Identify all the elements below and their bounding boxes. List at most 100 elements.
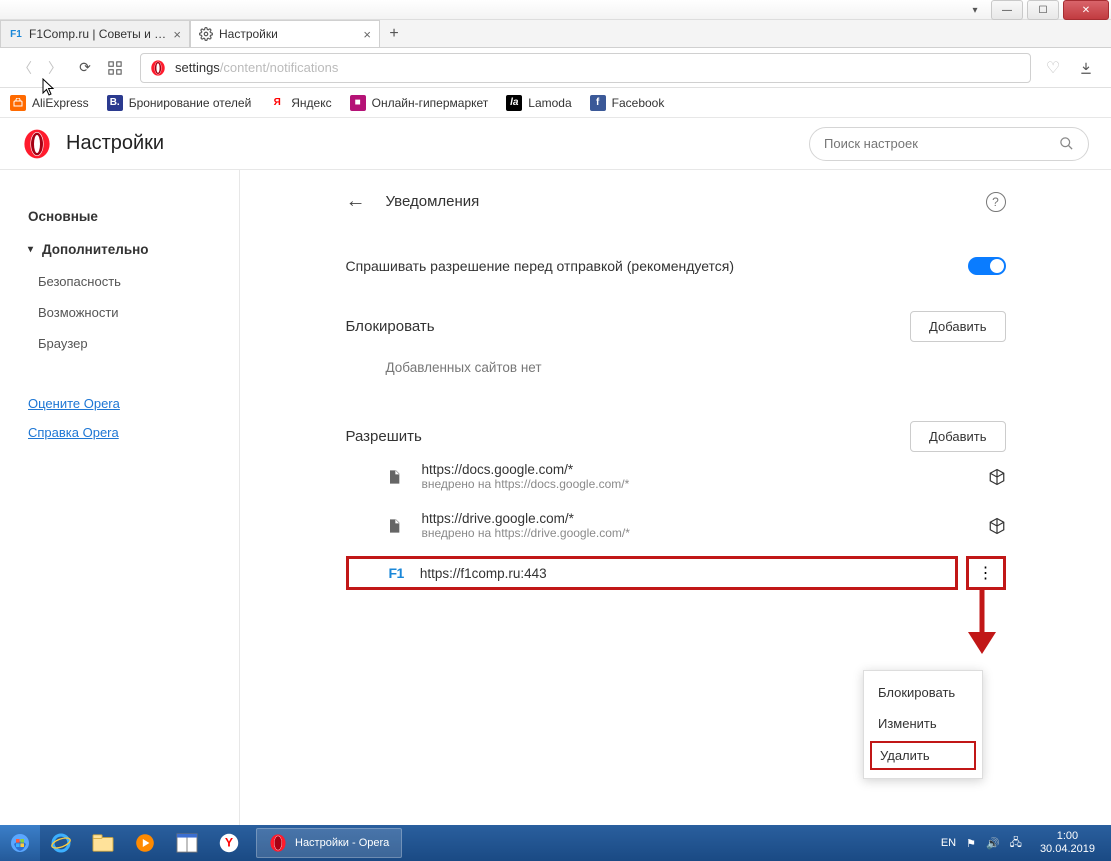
allow-add-button[interactable]: Добавить: [910, 421, 1005, 452]
tray-network-icon[interactable]: 🖧: [1010, 834, 1022, 853]
help-icon[interactable]: ?: [986, 192, 1006, 212]
menu-item-block[interactable]: Блокировать: [864, 677, 982, 708]
tab-title: Настройки: [219, 27, 357, 41]
lamoda-icon: la: [506, 95, 522, 111]
facebook-icon: f: [590, 95, 606, 111]
tab-f1comp[interactable]: F1 F1Comp.ru | Советы и лайф ×: [0, 20, 190, 47]
tray-date: 30.04.2019: [1040, 843, 1095, 856]
address-bar[interactable]: settings/content/notifications: [140, 53, 1031, 83]
taskbar-totalcmd-icon[interactable]: [167, 826, 207, 860]
allowed-site-row: https://docs.google.com/* внедрено на ht…: [346, 452, 1006, 501]
bookmark-heart-icon[interactable]: ♡: [1041, 58, 1065, 78]
back-arrow-icon[interactable]: ←: [346, 190, 366, 213]
sidebar-link-help[interactable]: Справка Opera: [28, 418, 239, 447]
settings-search-input[interactable]: [824, 136, 1059, 151]
sidebar-item-basic[interactable]: Основные: [28, 200, 239, 233]
ask-permission-row[interactable]: Спрашивать разрешение перед отправкой (р…: [346, 243, 1006, 289]
opera-icon: [149, 59, 167, 77]
tab-favicon: F1: [9, 27, 23, 41]
tab-close-icon[interactable]: ×: [363, 27, 371, 42]
tray-volume-icon[interactable]: 🔊: [986, 837, 1000, 850]
tab-strip: F1 F1Comp.ru | Советы и лайф × Настройки…: [0, 20, 1111, 48]
site-sub: внедрено на https://docs.google.com/*: [422, 477, 978, 491]
start-button[interactable]: [0, 825, 40, 861]
bookmark-booking[interactable]: B. Бронирование отелей: [107, 95, 252, 111]
menu-item-delete[interactable]: Удалить: [870, 741, 976, 770]
taskbar-app-label: Настройки - Opera: [295, 837, 389, 849]
ask-permission-label: Спрашивать разрешение перед отправкой (р…: [346, 258, 735, 274]
tray-flag-icon[interactable]: ⚑: [966, 837, 976, 850]
site-url: https://docs.google.com/*: [422, 462, 978, 477]
f1-favicon: F1: [389, 565, 404, 581]
tray-time: 1:00: [1040, 830, 1095, 843]
tray-lang[interactable]: EN: [941, 837, 956, 849]
extension-icon[interactable]: [988, 468, 1006, 486]
tray-clock[interactable]: 1:00 30.04.2019: [1032, 830, 1103, 856]
file-icon: [386, 468, 404, 486]
more-vertical-icon: ⋮: [978, 563, 994, 583]
url-text: settings/content/notifications: [175, 60, 338, 75]
allow-section-title: Разрешить: [346, 428, 422, 445]
block-add-button[interactable]: Добавить: [910, 311, 1005, 342]
bookmark-aliexpress[interactable]: AliExpress: [10, 95, 89, 111]
windows-taskbar: Y Настройки - Opera EN ⚑ 🔊 🖧 1:00 30.04.…: [0, 825, 1111, 861]
chevron-down-icon: ▾: [28, 244, 40, 255]
taskbar-yandex-icon[interactable]: Y: [209, 826, 249, 860]
system-tray: EN ⚑ 🔊 🖧 1:00 30.04.2019: [941, 830, 1111, 856]
site-url: https://f1comp.ru:443: [420, 566, 547, 581]
yandex-icon: Я: [269, 95, 285, 111]
extension-icon[interactable]: [988, 517, 1006, 535]
sidebar-item-advanced[interactable]: ▾ Дополнительно: [28, 233, 239, 266]
navigation-bar: 〈 〉 ⟳ settings/content/notifications ♡: [0, 48, 1111, 88]
gear-icon: [199, 27, 213, 41]
annotation-arrow: [346, 590, 1006, 650]
site-options-button-highlighted[interactable]: ⋮: [966, 556, 1006, 590]
bookmark-hypermarket[interactable]: ■ Онлайн-гипермаркет: [350, 95, 489, 111]
sidebar-link-rate[interactable]: Оцените Opera: [28, 389, 239, 418]
bookmark-label: Яндекс: [291, 96, 331, 110]
settings-search[interactable]: [809, 127, 1089, 161]
window-menu-icon[interactable]: ▾: [961, 0, 989, 20]
reload-button[interactable]: ⟳: [72, 55, 98, 81]
block-section-title: Блокировать: [346, 318, 435, 335]
forward-button[interactable]: 〉: [42, 55, 68, 81]
bookmark-lamoda[interactable]: la Lamoda: [506, 95, 571, 111]
bookmark-label: Бронирование отелей: [129, 96, 252, 110]
taskbar-media-icon[interactable]: [125, 826, 165, 860]
site-context-menu: Блокировать Изменить Удалить: [863, 670, 983, 779]
allowed-site-row-highlighted: F1 https://f1comp.ru:443: [346, 556, 958, 590]
bookmark-label: Facebook: [612, 96, 665, 110]
menu-item-edit[interactable]: Изменить: [864, 708, 982, 739]
window-close-button[interactable]: ✕: [1063, 0, 1109, 20]
bookmark-label: Онлайн-гипермаркет: [372, 96, 489, 110]
block-empty-text: Добавленных сайтов нет: [346, 342, 1006, 393]
tab-close-icon[interactable]: ×: [173, 27, 181, 42]
taskbar-ie-icon[interactable]: [41, 826, 81, 860]
settings-header: Настройки: [0, 118, 1111, 170]
window-minimize-button[interactable]: —: [991, 0, 1023, 20]
taskbar-explorer-icon[interactable]: [83, 826, 123, 860]
search-icon: [1059, 136, 1074, 151]
sidebar-item-security[interactable]: Безопасность: [28, 266, 239, 297]
bookmark-yandex[interactable]: Я Яндекс: [269, 95, 331, 111]
settings-sidebar: Основные ▾ Дополнительно Безопасность Во…: [0, 170, 240, 840]
window-maximize-button[interactable]: ☐: [1027, 0, 1059, 20]
tab-settings[interactable]: Настройки ×: [190, 20, 380, 47]
site-sub: внедрено на https://drive.google.com/*: [422, 526, 978, 540]
back-button[interactable]: 〈: [12, 55, 38, 81]
ask-permission-toggle[interactable]: [968, 257, 1006, 275]
speed-dial-button[interactable]: [102, 55, 128, 81]
taskbar-active-opera[interactable]: Настройки - Opera: [256, 828, 402, 858]
sidebar-item-browser[interactable]: Браузер: [28, 328, 239, 359]
file-icon: [386, 517, 404, 535]
svg-text:Y: Y: [225, 836, 234, 850]
sidebar-item-features[interactable]: Возможности: [28, 297, 239, 328]
opera-logo-icon: [22, 129, 52, 159]
bookmark-label: Lamoda: [528, 96, 571, 110]
section-title: Уведомления: [386, 193, 480, 210]
page-title: Настройки: [66, 132, 164, 155]
hypermarket-icon: ■: [350, 95, 366, 111]
new-tab-button[interactable]: +: [380, 20, 408, 47]
bookmark-facebook[interactable]: f Facebook: [590, 95, 665, 111]
downloads-button[interactable]: [1073, 55, 1099, 81]
